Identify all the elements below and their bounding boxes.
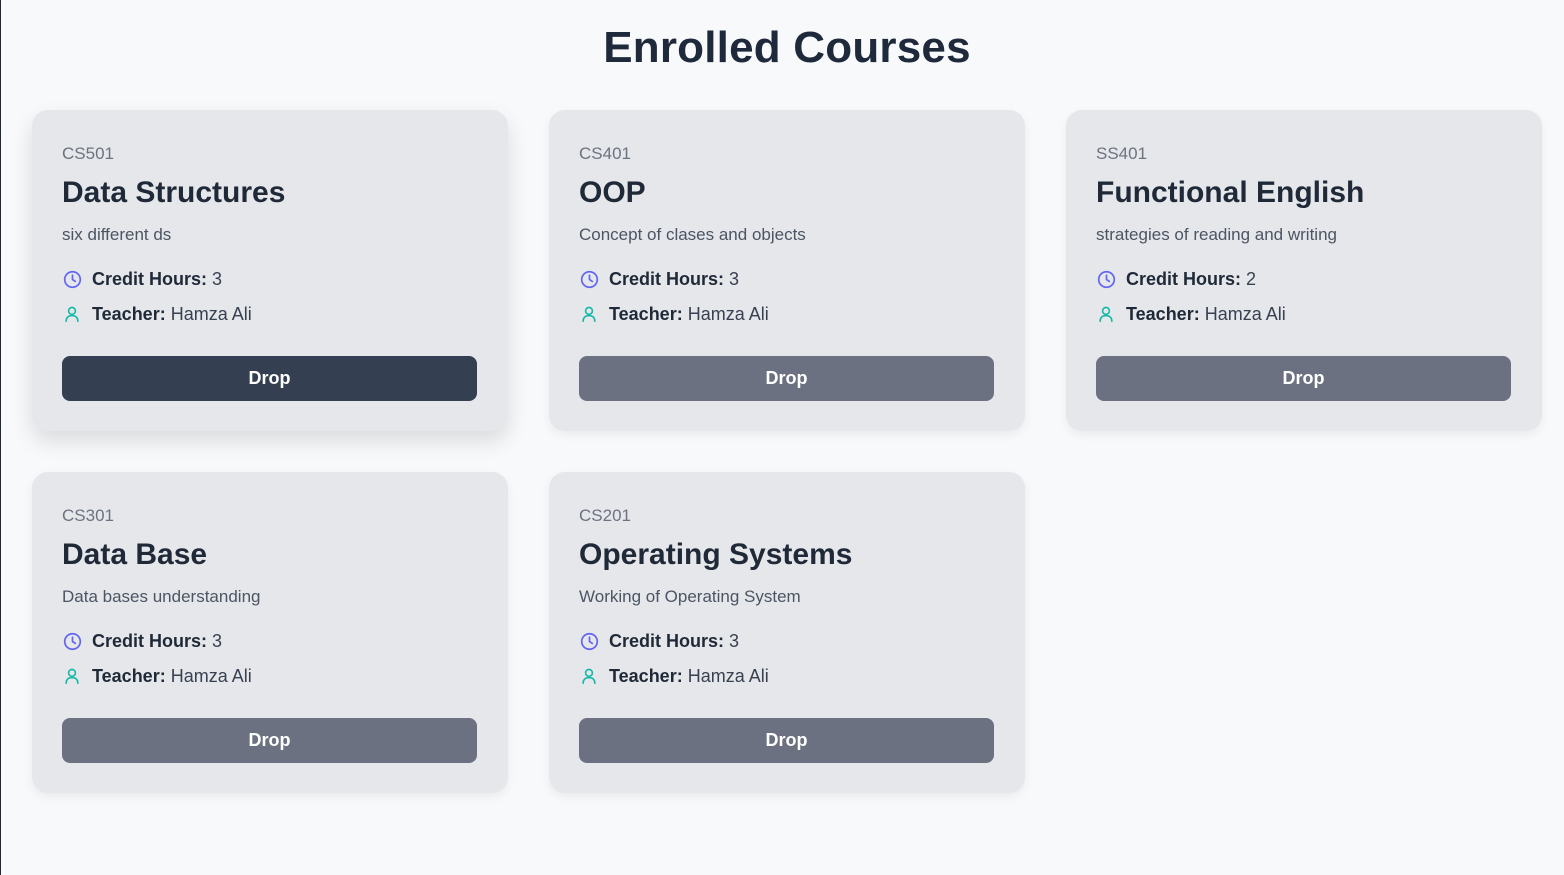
- credit-hours-label: Credit Hours:: [609, 631, 725, 651]
- credit-hours-row: Credit Hours: 3: [579, 630, 995, 652]
- user-icon: [62, 304, 82, 324]
- user-icon: [1096, 304, 1116, 324]
- drop-button[interactable]: Drop: [579, 356, 994, 401]
- teacher-row: Teacher: Hamza Ali: [62, 303, 478, 325]
- teacher-label: Teacher:: [92, 304, 166, 324]
- course-description: Data bases understanding: [62, 587, 261, 606]
- course-card: SS401 Functional English strategies of r…: [1066, 110, 1542, 431]
- teacher-row: Teacher: Hamza Ali: [579, 665, 995, 687]
- credit-hours-label: Credit Hours:: [92, 631, 208, 651]
- teacher-label: Teacher:: [609, 666, 683, 686]
- course-title: Operating Systems: [579, 538, 853, 571]
- credit-hours-value: 3: [212, 269, 223, 289]
- course-description: strategies of reading and writing: [1096, 225, 1337, 244]
- teacher-name: Hamza Ali: [687, 666, 769, 686]
- drop-button[interactable]: Drop: [62, 718, 477, 763]
- page-title: Enrolled Courses: [603, 23, 971, 72]
- clock-icon: [62, 269, 82, 289]
- drop-button[interactable]: Drop: [62, 356, 477, 401]
- course-title: Data Structures: [62, 176, 286, 209]
- credit-hours-value: 3: [729, 269, 740, 289]
- course-code: CS501: [62, 144, 114, 163]
- teacher-row: Teacher: Hamza Ali: [1096, 303, 1512, 325]
- credit-hours-label: Credit Hours:: [92, 269, 208, 289]
- course-description: Working of Operating System: [579, 587, 801, 606]
- user-icon: [62, 666, 82, 686]
- teacher-name: Hamza Ali: [170, 304, 252, 324]
- credit-hours-label: Credit Hours:: [1126, 269, 1242, 289]
- course-title: Data Base: [62, 538, 208, 571]
- course-card: CS501 Data Structures six different ds C…: [32, 110, 508, 431]
- teacher-row: Teacher: Hamza Ali: [579, 303, 995, 325]
- credit-hours-row: Credit Hours: 3: [579, 268, 995, 290]
- course-title: OOP: [579, 176, 646, 209]
- teacher-label: Teacher:: [92, 666, 166, 686]
- course-code: CS401: [579, 144, 631, 163]
- credit-hours-value: 3: [729, 631, 740, 651]
- credit-hours-row: Credit Hours: 2: [1096, 268, 1512, 290]
- teacher-row: Teacher: Hamza Ali: [62, 665, 478, 687]
- credit-hours-label: Credit Hours:: [609, 269, 725, 289]
- clock-icon: [579, 269, 599, 289]
- clock-icon: [579, 631, 599, 651]
- course-description: six different ds: [62, 225, 172, 244]
- teacher-name: Hamza Ali: [687, 304, 769, 324]
- user-icon: [579, 304, 599, 324]
- credit-hours-row: Credit Hours: 3: [62, 268, 478, 290]
- course-code: CS301: [62, 506, 114, 525]
- drop-button[interactable]: Drop: [579, 718, 994, 763]
- window-left-border: [0, 0, 1, 875]
- course-grid: CS501 Data Structures six different ds C…: [32, 110, 1542, 793]
- course-code: SS401: [1096, 144, 1148, 163]
- teacher-label: Teacher:: [1126, 304, 1200, 324]
- credit-hours-value: 3: [212, 631, 223, 651]
- credit-hours-value: 2: [1246, 269, 1257, 289]
- course-description: Concept of clases and objects: [579, 225, 806, 244]
- clock-icon: [1096, 269, 1116, 289]
- course-card: CS201 Operating Systems Working of Opera…: [549, 472, 1025, 793]
- clock-icon: [62, 631, 82, 651]
- teacher-label: Teacher:: [609, 304, 683, 324]
- credit-hours-row: Credit Hours: 3: [62, 630, 478, 652]
- course-code: CS201: [579, 506, 631, 525]
- teacher-name: Hamza Ali: [1204, 304, 1286, 324]
- course-card: CS401 OOP Concept of clases and objects …: [549, 110, 1025, 431]
- user-icon: [579, 666, 599, 686]
- course-card: CS301 Data Base Data bases understanding…: [32, 472, 508, 793]
- course-title: Functional English: [1096, 176, 1365, 209]
- teacher-name: Hamza Ali: [170, 666, 252, 686]
- drop-button[interactable]: Drop: [1096, 356, 1511, 401]
